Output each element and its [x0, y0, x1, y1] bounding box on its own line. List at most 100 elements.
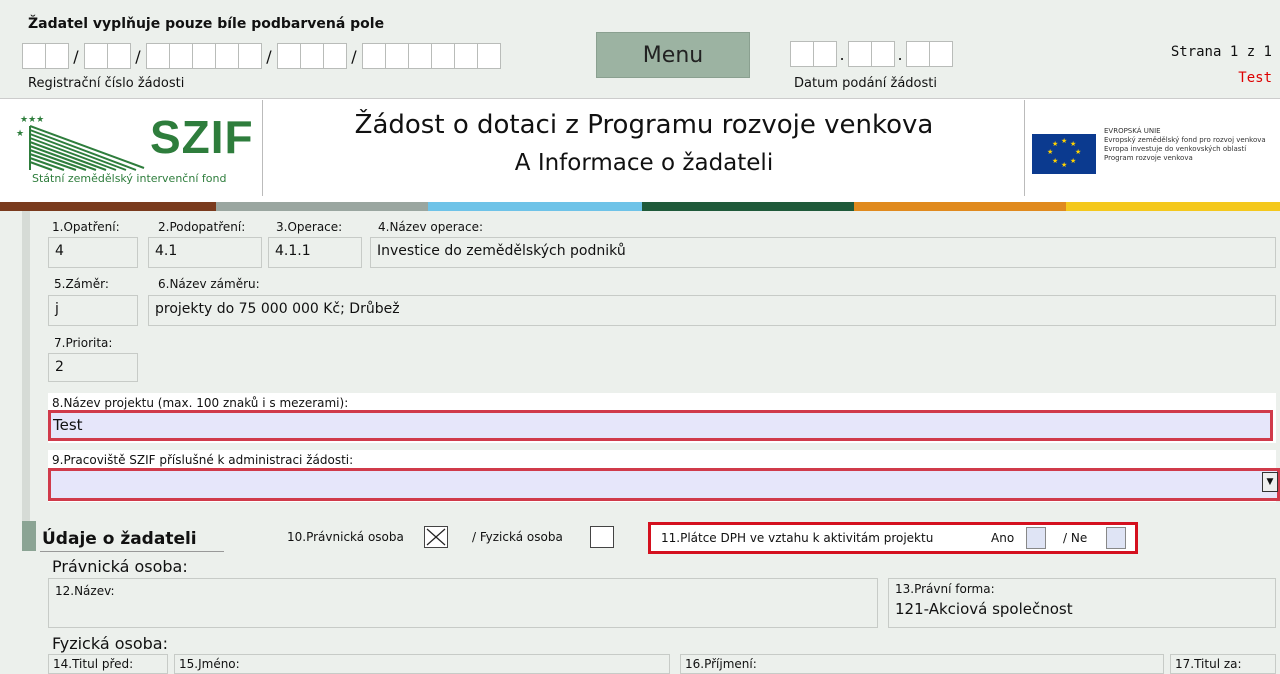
reg-cell[interactable]: [238, 43, 262, 69]
header-stripe-gray: [216, 202, 428, 211]
registration-number-field[interactable]: / / / /: [22, 41, 501, 71]
eu-flag-icon: ★ ★ ★ ★ ★ ★ ★ ★: [1032, 134, 1096, 174]
reg-cell[interactable]: [277, 43, 301, 69]
priorita-label: 7.Priorita:: [54, 336, 113, 350]
pravnicka-osoba-checkbox[interactable]: [424, 526, 448, 548]
svg-text:★: ★: [1052, 157, 1058, 165]
header-stripe-orange: [854, 202, 1066, 211]
svg-text:★: ★: [1061, 161, 1067, 169]
section-marker: [22, 521, 36, 551]
jmeno-field: 15.Jméno:: [174, 654, 670, 674]
eu-line-4: Program rozvoje venkova: [1104, 154, 1193, 162]
legal-entity-heading: Právnická osoba:: [52, 557, 188, 576]
svg-text:★: ★: [1061, 137, 1067, 145]
nazev-field: 12.Název:: [48, 578, 878, 628]
pracoviste-select[interactable]: [48, 468, 1280, 501]
podopatreni-label: 2.Podopatření:: [158, 220, 246, 234]
reg-cell[interactable]: [323, 43, 347, 69]
date-cell[interactable]: [871, 41, 895, 67]
reg-cell[interactable]: [362, 43, 386, 69]
reg-cell[interactable]: [300, 43, 324, 69]
svg-text:★: ★: [1047, 148, 1053, 156]
dph-ano-checkbox[interactable]: [1026, 527, 1046, 549]
date-separator: .: [897, 44, 903, 64]
prijmeni-field: 16.Příjmení:: [680, 654, 1164, 674]
reg-separator: /: [266, 46, 272, 66]
menu-button[interactable]: Menu: [596, 32, 750, 78]
left-side-bar: [22, 211, 30, 541]
dropdown-arrow-icon[interactable]: ▼: [1262, 472, 1278, 492]
registration-label: Registrační číslo žádosti: [28, 76, 185, 91]
podopatreni-field: 4.1: [148, 237, 262, 268]
priorita-field: 2: [48, 353, 138, 382]
pravni-forma-value: 121-Akciová společnost: [895, 600, 1073, 618]
reg-cell[interactable]: [477, 43, 501, 69]
natural-person-heading: Fyzická osoba:: [52, 634, 168, 653]
reg-cell[interactable]: [169, 43, 193, 69]
nazev-zameru-field: projekty do 75 000 000 Kč; Drůbež: [148, 295, 1276, 326]
date-cell[interactable]: [906, 41, 930, 67]
operace-label: 3.Operace:: [276, 220, 343, 234]
header-stripe-blue: [428, 202, 642, 211]
reg-cell[interactable]: [146, 43, 170, 69]
dph-ne-checkbox[interactable]: [1106, 527, 1126, 549]
zamer-label: 5.Záměr:: [54, 277, 109, 291]
pravnicka-osoba-label: 10.Právnická osoba: [287, 530, 404, 544]
zamer-field: j: [48, 295, 138, 326]
form-subtitle: A Informace o žadateli: [514, 150, 774, 176]
opatreni-label: 1.Opatření:: [52, 220, 120, 234]
dph-ano-label: Ano: [991, 531, 1015, 545]
date-cell[interactable]: [848, 41, 872, 67]
reg-cell[interactable]: [45, 43, 69, 69]
nazev-operace-label: 4.Název operace:: [378, 220, 484, 234]
svg-text:★: ★: [1070, 140, 1076, 148]
dph-ne-label: / Ne: [1063, 531, 1088, 545]
checkbox-x-icon: [426, 528, 446, 546]
date-cell[interactable]: [813, 41, 837, 67]
header-stripe-brown: [0, 202, 216, 211]
reg-cell[interactable]: [84, 43, 108, 69]
reg-cell[interactable]: [385, 43, 409, 69]
reg-cell[interactable]: [408, 43, 432, 69]
svg-text:★: ★: [1052, 140, 1058, 148]
reg-separator: /: [73, 46, 79, 66]
reg-separator: /: [351, 46, 357, 66]
pravni-forma-field: 13.Právní forma: 121-Akciová společnost: [888, 578, 1276, 628]
applicant-section-title: Údaje o žadateli: [42, 529, 197, 549]
fyzicka-osoba-label: / Fyzická osoba: [472, 530, 563, 544]
svg-text:★: ★: [16, 129, 24, 139]
nazev-zameru-label: 6.Název záměru:: [158, 277, 260, 291]
dph-label: 11.Plátce DPH ve vztahu k aktivitám proj…: [661, 531, 934, 545]
nazev-projektu-label: 8.Název projektu (max. 100 znaků i s mez…: [52, 396, 349, 410]
titul-za-field: 17.Titul za:: [1170, 654, 1276, 674]
reg-cell[interactable]: [215, 43, 239, 69]
reg-cell[interactable]: [192, 43, 216, 69]
header-stripe-green: [642, 202, 854, 211]
operace-field: 4.1.1: [268, 237, 362, 268]
opatreni-field: 4: [48, 237, 138, 268]
date-cell[interactable]: [929, 41, 953, 67]
date-separator: .: [839, 44, 845, 64]
reg-cell[interactable]: [454, 43, 478, 69]
date-cell[interactable]: [790, 41, 814, 67]
reg-cell[interactable]: [107, 43, 131, 69]
status-label: Test: [1238, 70, 1272, 86]
nazev-projektu-input[interactable]: Test: [48, 410, 1273, 441]
form-title: Žádost o dotaci z Programu rozvoje venko…: [354, 110, 934, 140]
titul-pred-field: 14.Titul před:: [48, 654, 168, 674]
submission-date-field[interactable]: . .: [790, 41, 953, 67]
svg-text:★★★: ★★★: [20, 115, 44, 125]
fyzicka-osoba-checkbox[interactable]: [590, 526, 614, 548]
eu-text: EVROPSKÁ UNIE Evropský zemědělský fond p…: [1104, 127, 1280, 163]
reg-cell[interactable]: [22, 43, 46, 69]
section-underline: [40, 551, 224, 552]
page-indicator: Strana 1 z 1: [1170, 44, 1272, 60]
nazev-operace-field: Investice do zemědělských podniků: [370, 237, 1276, 268]
szif-emblem-icon: ★★★ ★: [16, 115, 145, 171]
instruction-text: Žadatel vyplňuje pouze bíle podbarvená p…: [28, 16, 385, 32]
pracoviste-label: 9.Pracoviště SZIF příslušné k administra…: [52, 453, 354, 467]
svg-text:★: ★: [1070, 157, 1076, 165]
pracoviste-panel: 9.Pracoviště SZIF příslušné k administra…: [48, 450, 1280, 502]
svg-text:★: ★: [1075, 148, 1081, 156]
reg-cell[interactable]: [431, 43, 455, 69]
